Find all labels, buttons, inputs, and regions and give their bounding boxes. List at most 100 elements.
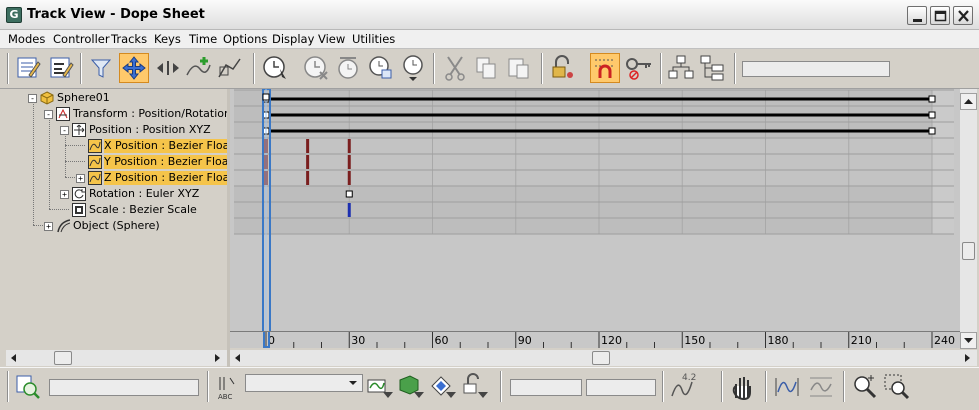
bezier-float-icon [88, 139, 102, 153]
time-ruler[interactable]: 0 30 60 90 120 150 180 210 240 [230, 331, 960, 348]
frame-field[interactable] [510, 379, 582, 396]
filter-selected-objects-icon[interactable] [396, 372, 426, 402]
pan-icon[interactable] [728, 372, 758, 402]
tree-row-transform[interactable]: - Transform : Position/Rotation/S [6, 106, 227, 122]
value-field[interactable] [586, 379, 656, 396]
filter-animated-icon[interactable] [428, 372, 458, 402]
track-name-field[interactable] [49, 379, 199, 396]
ruler-label: 240 [934, 334, 955, 347]
dope-horizontal-scrollbar[interactable] [230, 350, 977, 366]
euler-rotation-icon [72, 187, 86, 201]
bezier-float-icon [88, 171, 102, 185]
filters-icon[interactable] [86, 53, 116, 83]
lock-selection-icon[interactable] [548, 53, 578, 83]
scroll-right-icon[interactable] [961, 352, 973, 364]
sphere-object-icon [40, 91, 54, 105]
tree-row-scale[interactable]: Scale : Bezier Scale [6, 202, 227, 218]
menu-view[interactable]: View [318, 32, 345, 46]
menu-modes[interactable]: Modes [8, 32, 45, 46]
scroll-down-button[interactable] [960, 332, 977, 349]
scroll-left-icon[interactable] [8, 352, 20, 364]
edit-ranges-icon[interactable] [46, 53, 76, 83]
tree-row-x-position[interactable]: X Position : Bezier Float [6, 138, 227, 154]
time-slider-handle [262, 93, 270, 101]
dope-sheet-grid [234, 89, 954, 347]
minimize-icon[interactable] [907, 6, 927, 25]
paste-icon[interactable] [504, 53, 534, 83]
tree-row-y-position[interactable]: Y Position : Bezier Float [6, 154, 227, 170]
toolbar-separator [433, 53, 435, 84]
scroll-left-icon[interactable] [232, 352, 244, 364]
vertical-scrollbar[interactable] [960, 89, 977, 349]
ruler-label: 150 [684, 334, 706, 347]
filter-selected-tracks-icon[interactable] [365, 372, 395, 402]
tree-row-rotation[interactable]: + Rotation : Euler XYZ [6, 186, 227, 202]
ruler-time-slider[interactable] [263, 332, 270, 348]
zoom-selected-object-icon[interactable] [13, 372, 43, 402]
tree-row-object[interactable]: + Object (Sphere) [6, 218, 227, 234]
zoom-value-extents-icon[interactable] [806, 372, 836, 402]
svg-text:ABC: ABC [218, 393, 232, 401]
modify-child-keys-icon[interactable] [698, 53, 728, 83]
menu-tracks[interactable]: Tracks [111, 32, 147, 46]
scroll-up-button[interactable] [960, 93, 977, 110]
expand-toggle[interactable]: + [44, 222, 53, 231]
key-marker [347, 139, 351, 153]
scroll-right-icon[interactable] [211, 352, 223, 364]
show-keyable-icon[interactable] [624, 53, 654, 83]
tree-row-position[interactable]: - Position : Position XYZ [6, 122, 227, 138]
cut-icon[interactable] [440, 53, 470, 83]
tree-label: Y Position : Bezier Float [104, 155, 227, 169]
filter-unlocked-icon[interactable] [460, 372, 490, 402]
dope-scroll-thumb[interactable] [592, 351, 610, 365]
chevron-down-icon[interactable] [347, 377, 359, 389]
vertical-scroll-thumb[interactable] [962, 242, 975, 260]
menu-options[interactable]: Options [223, 32, 267, 46]
snap-frames-icon[interactable] [590, 53, 620, 83]
slide-keys-icon[interactable] [153, 53, 183, 83]
selection-dropdown[interactable] [245, 374, 363, 392]
rename-track-icon[interactable]: ABC [214, 372, 244, 402]
insert-time-icon[interactable] [366, 53, 396, 83]
scale-time-icon[interactable] [334, 53, 364, 83]
select-time-icon[interactable] [260, 53, 290, 83]
tree-scroll-thumb[interactable] [54, 351, 72, 365]
move-keys-icon[interactable] [119, 53, 149, 83]
app-icon: G [6, 7, 22, 23]
close-icon[interactable] [953, 6, 973, 25]
collapse-toggle[interactable]: - [44, 110, 53, 119]
toolbar-name-field[interactable] [742, 61, 890, 77]
menu-controller[interactable]: Controller [53, 32, 110, 46]
menu-utilities[interactable]: Utilities [352, 32, 395, 46]
expand-toggle[interactable]: + [76, 174, 85, 183]
toolbar-separator [660, 53, 662, 84]
scale-keys-icon[interactable] [214, 53, 244, 83]
reverse-time-icon[interactable] [399, 53, 429, 83]
ruler-label: 90 [517, 334, 532, 347]
zoom-icon[interactable] [850, 372, 880, 402]
copy-icon[interactable] [472, 53, 502, 83]
tree-horizontal-scrollbar[interactable] [6, 350, 227, 366]
zoom-value-label: 4.2 [682, 373, 697, 383]
collapse-toggle[interactable]: - [28, 94, 37, 103]
menu-display[interactable]: Display [272, 32, 314, 46]
delete-time-icon[interactable] [301, 53, 331, 83]
menu-keys[interactable]: Keys [154, 32, 181, 46]
tree-row-sphere01[interactable]: - Sphere01 [6, 90, 227, 106]
add-keys-icon[interactable] [184, 53, 214, 83]
tree-label: Sphere01 [57, 91, 110, 104]
transform-controller-icon [56, 107, 70, 121]
zoom-region-icon[interactable] [882, 372, 912, 402]
menu-time[interactable]: Time [189, 32, 217, 46]
tree-label: Z Position : Bezier Float [104, 171, 227, 185]
zoom-horizontal-extents-icon[interactable] [772, 372, 802, 402]
expand-toggle[interactable]: + [60, 190, 69, 199]
collapse-toggle[interactable]: - [60, 126, 69, 135]
tree-label: Scale : Bezier Scale [89, 203, 197, 216]
dope-sheet-area[interactable] [230, 89, 960, 347]
edit-keys-icon[interactable] [13, 53, 43, 83]
tree-row-z-position[interactable]: + Z Position : Bezier Float [6, 170, 227, 186]
modify-subtree-icon[interactable] [666, 53, 696, 83]
bezier-scale-icon [72, 203, 86, 217]
maximize-icon[interactable] [930, 6, 950, 25]
